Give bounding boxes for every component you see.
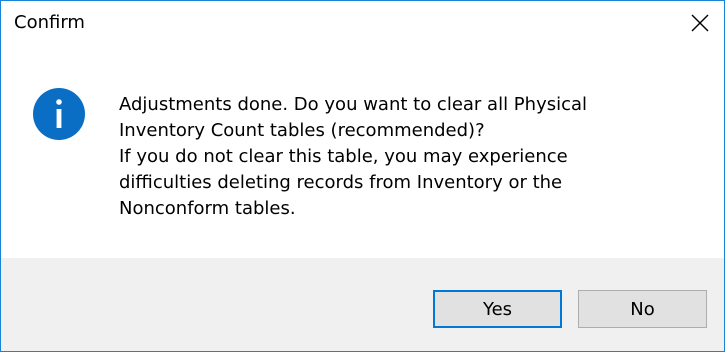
dialog-footer: Yes No xyxy=(1,258,724,351)
dialog-body: Adjustments done. Do you want to clear a… xyxy=(1,45,724,258)
info-icon xyxy=(33,88,85,140)
dialog-title: Confirm xyxy=(14,12,85,33)
confirm-dialog: Confirm Adjustments done. Do you want to… xyxy=(0,0,725,352)
message-line: Adjustments done. Do you want to clear a… xyxy=(119,94,588,115)
message-line: If you do not clear this table, you may … xyxy=(119,146,568,167)
close-button[interactable] xyxy=(676,1,724,45)
title-bar: Confirm xyxy=(1,1,724,45)
message-line: Nonconform tables. xyxy=(119,198,296,219)
message-line: Inventory Count tables (recommended)? xyxy=(119,120,485,141)
message-line: difficulties deleting records from Inven… xyxy=(119,172,563,193)
yes-button[interactable]: Yes xyxy=(433,290,562,328)
no-button[interactable]: No xyxy=(578,290,707,328)
dialog-message: Adjustments done. Do you want to clear a… xyxy=(119,92,699,222)
close-icon xyxy=(691,14,709,32)
